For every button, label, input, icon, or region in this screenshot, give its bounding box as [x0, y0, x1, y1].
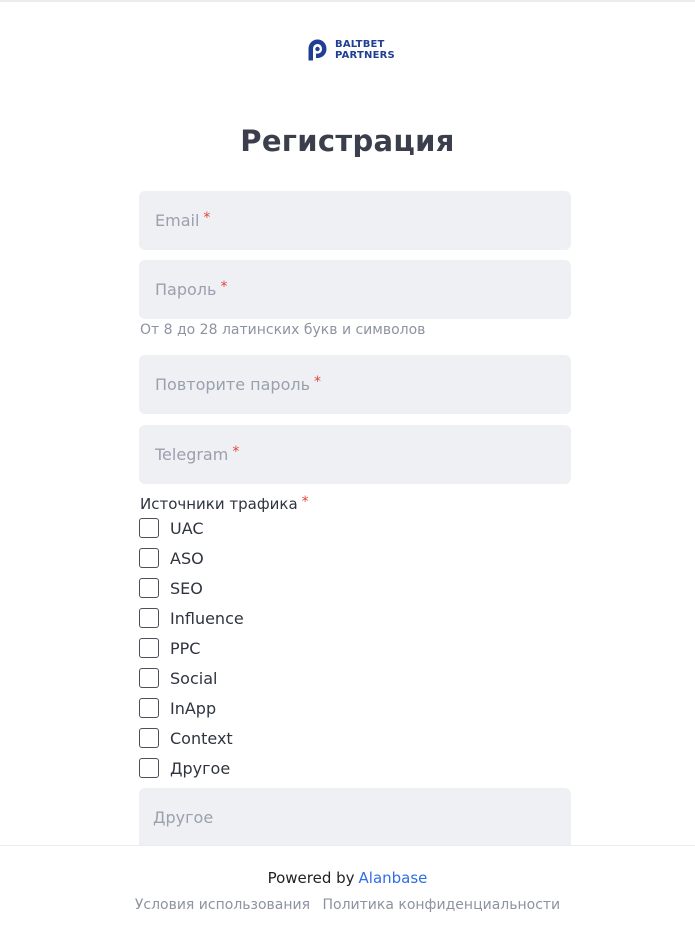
option-label: ASO: [170, 548, 204, 568]
checkbox[interactable]: [139, 548, 159, 568]
page-title: Регистрация: [240, 124, 455, 158]
footer: [0, 846, 695, 935]
password-field[interactable]: Пароль *: [139, 260, 571, 319]
checkbox[interactable]: [139, 668, 159, 688]
option-label: Context: [170, 728, 233, 748]
checkbox[interactable]: [139, 728, 159, 748]
traffic-option-uac[interactable]: UAC: [139, 518, 204, 538]
password-placeholder: Пароль: [155, 280, 217, 299]
checkbox[interactable]: [139, 518, 159, 538]
option-label: PPC: [170, 638, 201, 658]
registration-page: BALTBET PARTNERS Регистрация Email * Паро…: [0, 0, 695, 935]
traffic-option-social[interactable]: Social: [139, 668, 217, 688]
option-label: Influence: [170, 608, 244, 628]
email-placeholder: Email: [155, 211, 200, 230]
privacy-link[interactable]: Политика конфиденциальности: [323, 897, 561, 913]
checkbox[interactable]: [139, 698, 159, 718]
brand-line-1: BALTBET: [335, 39, 385, 50]
terms-link[interactable]: Условия использования: [135, 897, 310, 913]
telegram-field[interactable]: Telegram *: [139, 425, 571, 484]
traffic-option-other[interactable]: Другое: [139, 758, 230, 778]
email-field[interactable]: Email *: [139, 191, 571, 250]
checkbox[interactable]: [139, 758, 159, 778]
checkbox[interactable]: [139, 638, 159, 658]
other-source-placeholder: Другое: [153, 808, 214, 827]
required-mark: *: [314, 373, 322, 390]
option-label: InApp: [170, 698, 217, 718]
checkbox[interactable]: [139, 578, 159, 598]
checkbox[interactable]: [139, 608, 159, 628]
footer-links: Условия использования Политика конфиденц…: [0, 897, 695, 913]
top-divider: [0, 0, 695, 2]
powered-by: Powered by Alanbase: [0, 869, 695, 887]
brand-logo-icon: [308, 39, 327, 61]
option-label: SEO: [170, 578, 203, 598]
option-label: Social: [170, 668, 218, 688]
brand-line-2: PARTNERS: [335, 50, 395, 61]
traffic-option-aso[interactable]: ASO: [139, 548, 204, 568]
traffic-option-context[interactable]: Context: [139, 728, 233, 748]
repeat-password-field[interactable]: Повторите пароль *: [139, 355, 571, 414]
option-label: Другое: [170, 758, 231, 778]
required-mark: *: [301, 494, 309, 510]
repeat-password-placeholder: Повторите пароль: [155, 375, 311, 394]
traffic-sources-label-text: Источники трафика: [140, 495, 298, 513]
traffic-option-influence[interactable]: Influence: [139, 608, 244, 628]
traffic-option-ppc[interactable]: PPC: [139, 638, 200, 658]
traffic-option-inapp[interactable]: InApp: [139, 698, 216, 718]
powered-by-text: Powered by: [267, 869, 355, 887]
brand-logo-text: BALTBET PARTNERS: [335, 39, 395, 61]
required-mark: *: [220, 278, 228, 295]
traffic-sources-label: Источники трафика *: [140, 494, 309, 513]
alanbase-link[interactable]: Alanbase: [359, 869, 428, 887]
footer-divider: [0, 845, 695, 846]
telegram-placeholder: Telegram: [155, 445, 229, 464]
option-label: UAC: [170, 518, 204, 538]
brand-logo[interactable]: BALTBET PARTNERS: [307, 38, 395, 62]
traffic-option-seo[interactable]: SEO: [139, 578, 203, 598]
password-hint: От 8 до 28 латинских букв и символов: [140, 322, 426, 338]
required-mark: *: [203, 209, 211, 226]
required-mark: *: [232, 443, 240, 460]
